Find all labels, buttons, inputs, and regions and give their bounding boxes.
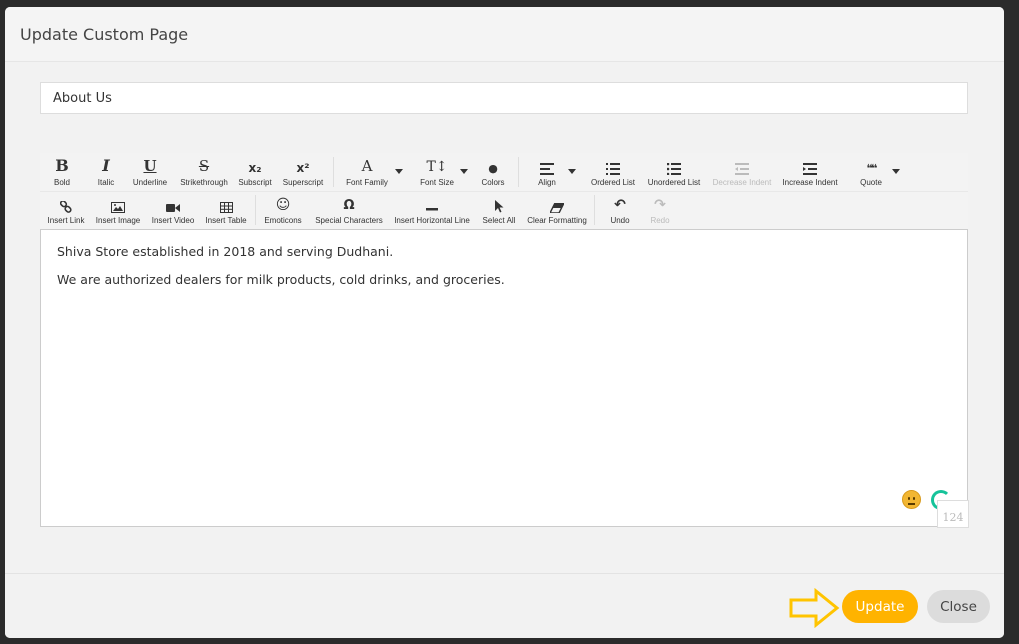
modal-title: Update Custom Page bbox=[20, 24, 189, 44]
insert-horizontal-line-button[interactable]: Insert Horizontal Line bbox=[390, 191, 474, 229]
smiley-icon: ☺ bbox=[275, 197, 291, 213]
font-size-icon: T↕ bbox=[426, 159, 448, 175]
editor-toolbar: B Bold I Italic U Underline S Strikethro… bbox=[40, 153, 968, 229]
toolbar-separator bbox=[518, 157, 519, 187]
align-left-icon bbox=[540, 153, 554, 175]
superscript-icon: x² bbox=[296, 161, 310, 175]
horizontal-line-icon bbox=[426, 191, 438, 213]
superscript-button[interactable]: x² Superscript bbox=[280, 153, 326, 191]
image-icon bbox=[111, 191, 125, 213]
underline-button[interactable]: U Underline bbox=[129, 153, 171, 191]
editor-paragraph: Shiva Store established in 2018 and serv… bbox=[57, 244, 394, 259]
ordered-list-button[interactable]: Ordered List bbox=[587, 153, 639, 191]
select-all-button[interactable]: Select All bbox=[480, 191, 518, 229]
italic-button[interactable]: I Italic bbox=[92, 153, 120, 191]
modal-header: Update Custom Page bbox=[5, 7, 1004, 62]
insert-link-button[interactable]: Insert Link bbox=[45, 191, 87, 229]
eraser-icon bbox=[550, 191, 564, 213]
neutral-face-emoji-icon[interactable] bbox=[902, 490, 921, 509]
rich-text-editor[interactable]: Shiva Store established in 2018 and serv… bbox=[40, 229, 968, 527]
toolbar-row-formatting: B Bold I Italic U Underline S Strikethro… bbox=[40, 153, 968, 192]
cursor-icon bbox=[494, 191, 504, 213]
underline-icon: U bbox=[143, 157, 157, 175]
redo-button[interactable]: ↷ Redo bbox=[646, 191, 674, 229]
italic-icon: I bbox=[102, 156, 110, 175]
chevron-down-icon[interactable] bbox=[568, 169, 576, 174]
decrease-indent-button[interactable]: Decrease Indent bbox=[707, 153, 777, 191]
indent-icon bbox=[803, 153, 817, 175]
strikethrough-icon: S bbox=[198, 157, 210, 175]
align-button[interactable]: Align bbox=[532, 153, 562, 191]
insert-table-button[interactable]: Insert Table bbox=[202, 191, 250, 229]
update-custom-page-modal: Update Custom Page B Bold I Italic U Und… bbox=[5, 7, 1004, 638]
outdent-icon bbox=[735, 153, 749, 175]
chevron-down-icon[interactable] bbox=[892, 169, 900, 174]
insert-video-button[interactable]: Insert Video bbox=[148, 191, 198, 229]
omega-icon: Ω bbox=[343, 198, 355, 213]
video-camera-icon bbox=[166, 191, 180, 213]
increase-indent-button[interactable]: Increase Indent bbox=[778, 153, 842, 191]
insert-image-button[interactable]: Insert Image bbox=[93, 191, 143, 229]
font-family-icon: A bbox=[361, 157, 373, 175]
undo-icon: ↶ bbox=[614, 197, 626, 213]
toolbar-row-insert: Insert Link Insert Image Insert Video In… bbox=[40, 191, 968, 229]
strikethrough-button[interactable]: S Strikethrough bbox=[176, 153, 232, 191]
quote-icon: ❝❝ bbox=[866, 162, 878, 175]
close-button[interactable]: Close bbox=[927, 590, 990, 623]
unordered-list-button[interactable]: Unordered List bbox=[643, 153, 705, 191]
subscript-button[interactable]: x₂ Subscript bbox=[235, 153, 275, 191]
update-button[interactable]: Update bbox=[842, 590, 918, 623]
bold-button[interactable]: B Bold bbox=[48, 153, 76, 191]
chevron-down-icon[interactable] bbox=[460, 169, 468, 174]
droplet-icon: ● bbox=[488, 162, 498, 175]
undo-button[interactable]: ↶ Undo bbox=[606, 191, 634, 229]
clear-formatting-button[interactable]: Clear Formatting bbox=[524, 191, 590, 229]
font-size-button[interactable]: T↕ Font Size bbox=[418, 153, 456, 191]
special-characters-button[interactable]: Ω Special Characters bbox=[312, 191, 386, 229]
bold-icon: B bbox=[55, 156, 69, 175]
chevron-down-icon[interactable] bbox=[395, 169, 403, 174]
page-title-input[interactable] bbox=[40, 82, 968, 114]
link-icon bbox=[60, 191, 72, 213]
toolbar-separator bbox=[594, 195, 595, 225]
toolbar-separator bbox=[255, 195, 256, 225]
editor-paragraph: We are authorized dealers for milk produ… bbox=[57, 272, 505, 287]
redo-icon: ↷ bbox=[654, 197, 666, 213]
font-family-button[interactable]: A Font Family bbox=[342, 153, 392, 191]
colors-button[interactable]: ● Colors bbox=[477, 153, 509, 191]
unordered-list-icon bbox=[667, 153, 681, 175]
modal-footer: Update Close bbox=[5, 573, 1004, 638]
arrow-right-icon bbox=[789, 588, 840, 628]
toolbar-separator bbox=[333, 157, 334, 187]
emoticons-button[interactable]: ☺ Emoticons bbox=[260, 191, 306, 229]
table-icon bbox=[219, 191, 233, 213]
subscript-icon: x₂ bbox=[248, 161, 262, 175]
ordered-list-icon bbox=[606, 153, 620, 175]
character-counter: 124 bbox=[937, 500, 969, 528]
quote-button[interactable]: ❝❝ Quote bbox=[855, 153, 887, 191]
